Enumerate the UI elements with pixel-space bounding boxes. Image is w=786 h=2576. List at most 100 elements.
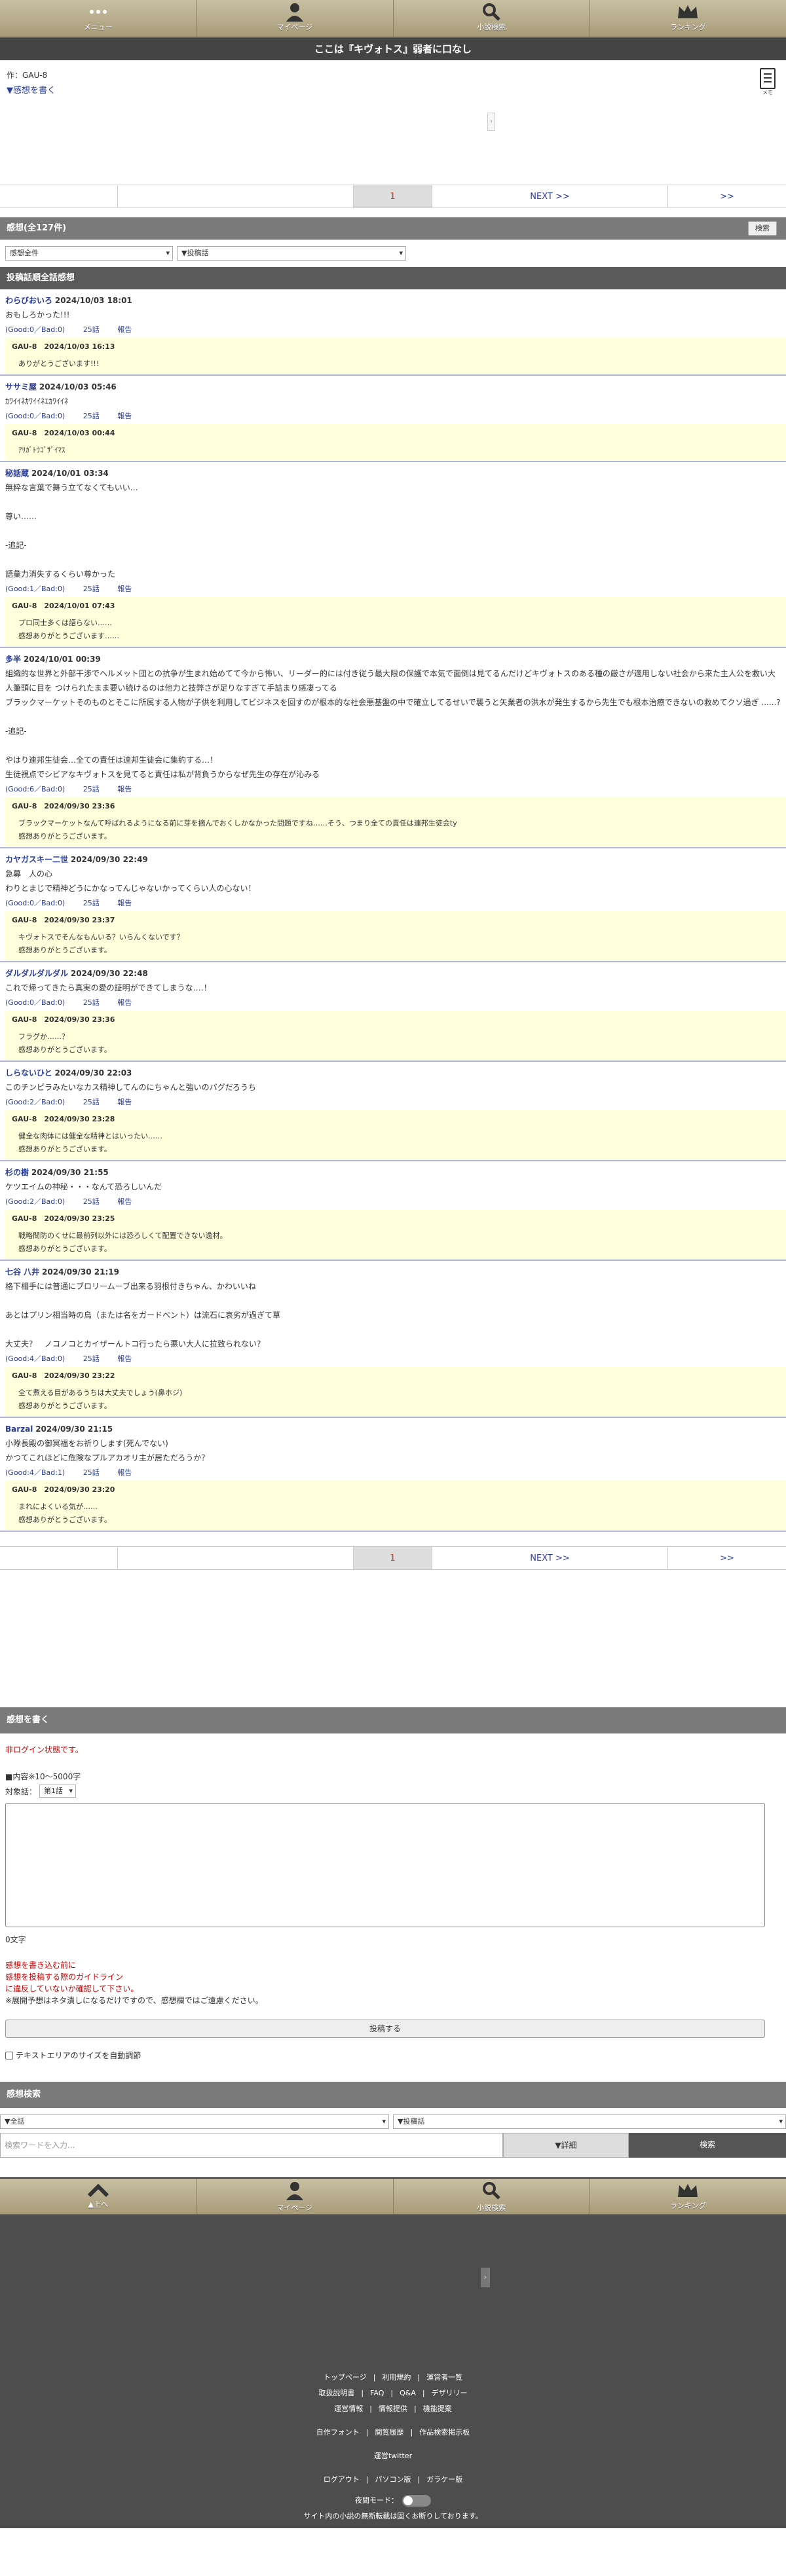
- episode-link[interactable]: 25話: [83, 785, 100, 793]
- report-link[interactable]: 報告: [117, 325, 132, 334]
- footer-link[interactable]: トップページ: [324, 2373, 367, 2382]
- pager-last-link[interactable]: >>: [720, 192, 734, 202]
- pager-last[interactable]: >>: [668, 185, 786, 208]
- nav-search[interactable]: 小説検索: [394, 0, 590, 37]
- report-link[interactable]: 報告: [117, 585, 132, 593]
- filter-episode-select[interactable]: ▼投稿話: [177, 246, 406, 261]
- footer-link-separator: |: [410, 2428, 413, 2437]
- review-date: 2024/09/30 22:03: [54, 1068, 132, 1078]
- footer-nav-ranking[interactable]: ランキング: [590, 2179, 786, 2214]
- footer-nav-mypage[interactable]: マイページ: [196, 2179, 394, 2214]
- footer-link[interactable]: パソコン版: [375, 2475, 411, 2484]
- night-mode-toggle[interactable]: [402, 2495, 431, 2507]
- episode-link[interactable]: 25話: [83, 1197, 100, 1206]
- episode-link[interactable]: 25話: [83, 1098, 100, 1106]
- footer-nav-search[interactable]: 小説検索: [394, 2179, 590, 2214]
- good-bad-link[interactable]: (Good:1／Bad:0): [5, 585, 65, 593]
- episode-link[interactable]: 25話: [83, 412, 100, 420]
- submit-button[interactable]: 投稿する: [5, 2020, 765, 2038]
- footer-link[interactable]: 閲覧履歴: [375, 2428, 404, 2437]
- target-episode-select[interactable]: 第1話: [39, 1785, 77, 1798]
- good-bad-link[interactable]: (Good:0／Bad:0): [5, 998, 65, 1007]
- search-detail-button[interactable]: ▼詳細: [503, 2133, 629, 2158]
- pager-next[interactable]: NEXT >>: [432, 185, 668, 208]
- reviewer-name[interactable]: しらないひと: [5, 1068, 52, 1078]
- nav-menu[interactable]: メニュー: [0, 0, 197, 37]
- review-textarea[interactable]: [5, 1803, 765, 1927]
- pager-next-link[interactable]: NEXT >>: [530, 192, 569, 202]
- footer-link[interactable]: デザリリー: [432, 2389, 468, 2397]
- author-line[interactable]: 作：GAU-8: [7, 69, 779, 81]
- footer-link[interactable]: 自作フォント: [316, 2428, 360, 2437]
- footer-link[interactable]: 運営者一覧: [426, 2373, 462, 2382]
- reviewer-name[interactable]: 秘話蔵: [5, 469, 29, 478]
- reviewer-name[interactable]: ササミ屋: [5, 382, 37, 391]
- footer-nav-top[interactable]: ▲上へ: [0, 2179, 197, 2214]
- nav-mypage[interactable]: マイページ: [196, 0, 394, 37]
- good-bad-link[interactable]: (Good:0／Bad:0): [5, 899, 65, 907]
- footer-link[interactable]: FAQ: [370, 2389, 384, 2397]
- memo-button[interactable]: メモ: [760, 68, 776, 96]
- report-link[interactable]: 報告: [117, 1197, 132, 1206]
- auto-resize-checkbox[interactable]: [5, 2051, 13, 2059]
- search-icon: [481, 2181, 501, 2202]
- search-submit-button[interactable]: 検索: [629, 2133, 786, 2158]
- report-link[interactable]: 報告: [117, 1468, 132, 1477]
- nav-ranking[interactable]: ランキング: [590, 0, 786, 37]
- reviewer-name[interactable]: カヤガスキー二世: [5, 855, 68, 864]
- episode-link[interactable]: 25話: [83, 1354, 100, 1363]
- footer-scroll-handle[interactable]: ›: [481, 2268, 490, 2287]
- reviewer-name[interactable]: 多半: [5, 655, 21, 664]
- write-review-link[interactable]: ▼感想を書く: [7, 83, 779, 96]
- good-bad-link[interactable]: (Good:0／Bad:0): [5, 325, 65, 334]
- review-ops: (Good:1／Bad:0) 25話 報告: [0, 581, 786, 597]
- pager-next[interactable]: NEXT >>: [432, 1547, 668, 1569]
- footer-link[interactable]: 利用規約: [382, 2373, 411, 2382]
- good-bad-link[interactable]: (Good:4／Bad:0): [5, 1354, 65, 1363]
- footer-link[interactable]: 機能提案: [423, 2404, 452, 2413]
- footer-link[interactable]: Q&A: [400, 2389, 416, 2397]
- episode-link[interactable]: 25話: [83, 585, 100, 593]
- good-bad-link[interactable]: (Good:2／Bad:0): [5, 1098, 65, 1106]
- footer-link[interactable]: 作品検索掲示板: [419, 2428, 470, 2437]
- footer-link[interactable]: ログアウト: [324, 2475, 360, 2484]
- guideline-link[interactable]: 感想を投稿する際のガイドライン: [5, 1971, 781, 1983]
- pager-last-link[interactable]: >>: [720, 1553, 734, 1563]
- search-all-select[interactable]: ▼全話: [0, 2114, 389, 2129]
- novel-title[interactable]: ここは『キヴォトス』弱者に口なし: [0, 38, 786, 60]
- episode-link[interactable]: 25話: [83, 1468, 100, 1477]
- review-body: 無粋な言葉で舞う立てなくてもいい… 尊い…… -追記- 語彙力消失するくらい尊かった: [0, 481, 786, 581]
- report-link[interactable]: 報告: [117, 412, 132, 420]
- episode-link[interactable]: 25話: [83, 998, 100, 1007]
- pager-next-link[interactable]: NEXT >>: [530, 1553, 569, 1563]
- pager-last[interactable]: >>: [668, 1547, 786, 1569]
- search-episode-select[interactable]: ▼投稿話: [393, 2114, 786, 2129]
- episode-link[interactable]: 25話: [83, 899, 100, 907]
- footer-link[interactable]: 取扱説明書: [318, 2389, 354, 2397]
- good-bad-link[interactable]: (Good:2／Bad:0): [5, 1197, 65, 1206]
- reviewer-name[interactable]: Barzal: [5, 1424, 33, 1434]
- footer-link[interactable]: 情報提供: [379, 2404, 407, 2413]
- report-link[interactable]: 報告: [117, 899, 132, 907]
- report-link[interactable]: 報告: [117, 998, 132, 1007]
- reviewer-name[interactable]: わらびおいろ: [5, 296, 52, 305]
- good-bad-link[interactable]: (Good:6／Bad:0): [5, 785, 65, 793]
- scroll-handle[interactable]: ›: [487, 113, 495, 131]
- footer-link[interactable]: ガラケー版: [426, 2475, 462, 2484]
- search-keyword-input[interactable]: 検索ワードを入力...: [0, 2133, 503, 2158]
- report-link[interactable]: 報告: [117, 1354, 132, 1363]
- good-bad-link[interactable]: (Good:0／Bad:0): [5, 412, 65, 420]
- episode-link[interactable]: 25話: [83, 325, 100, 334]
- footer-link[interactable]: 運営twitter: [374, 2452, 412, 2460]
- reviewer-name[interactable]: 杉の樹: [5, 1168, 29, 1177]
- footer-link[interactable]: 運営情報: [334, 2404, 363, 2413]
- report-link[interactable]: 報告: [117, 1098, 132, 1106]
- filter-all-select[interactable]: 感想全件: [5, 246, 173, 261]
- good-bad-link[interactable]: (Good:4／Bad:1): [5, 1468, 65, 1477]
- reviewer-name[interactable]: ダルダルダルダル: [5, 969, 68, 978]
- reviewer-name[interactable]: 七谷 八井: [5, 1267, 39, 1277]
- reply-body-line: プロ同士多くは語らない……: [18, 619, 112, 627]
- search-button[interactable]: 検索: [748, 221, 777, 236]
- report-link[interactable]: 報告: [117, 785, 132, 793]
- review-ops: (Good:0／Bad:0) 25話 報告: [0, 322, 786, 338]
